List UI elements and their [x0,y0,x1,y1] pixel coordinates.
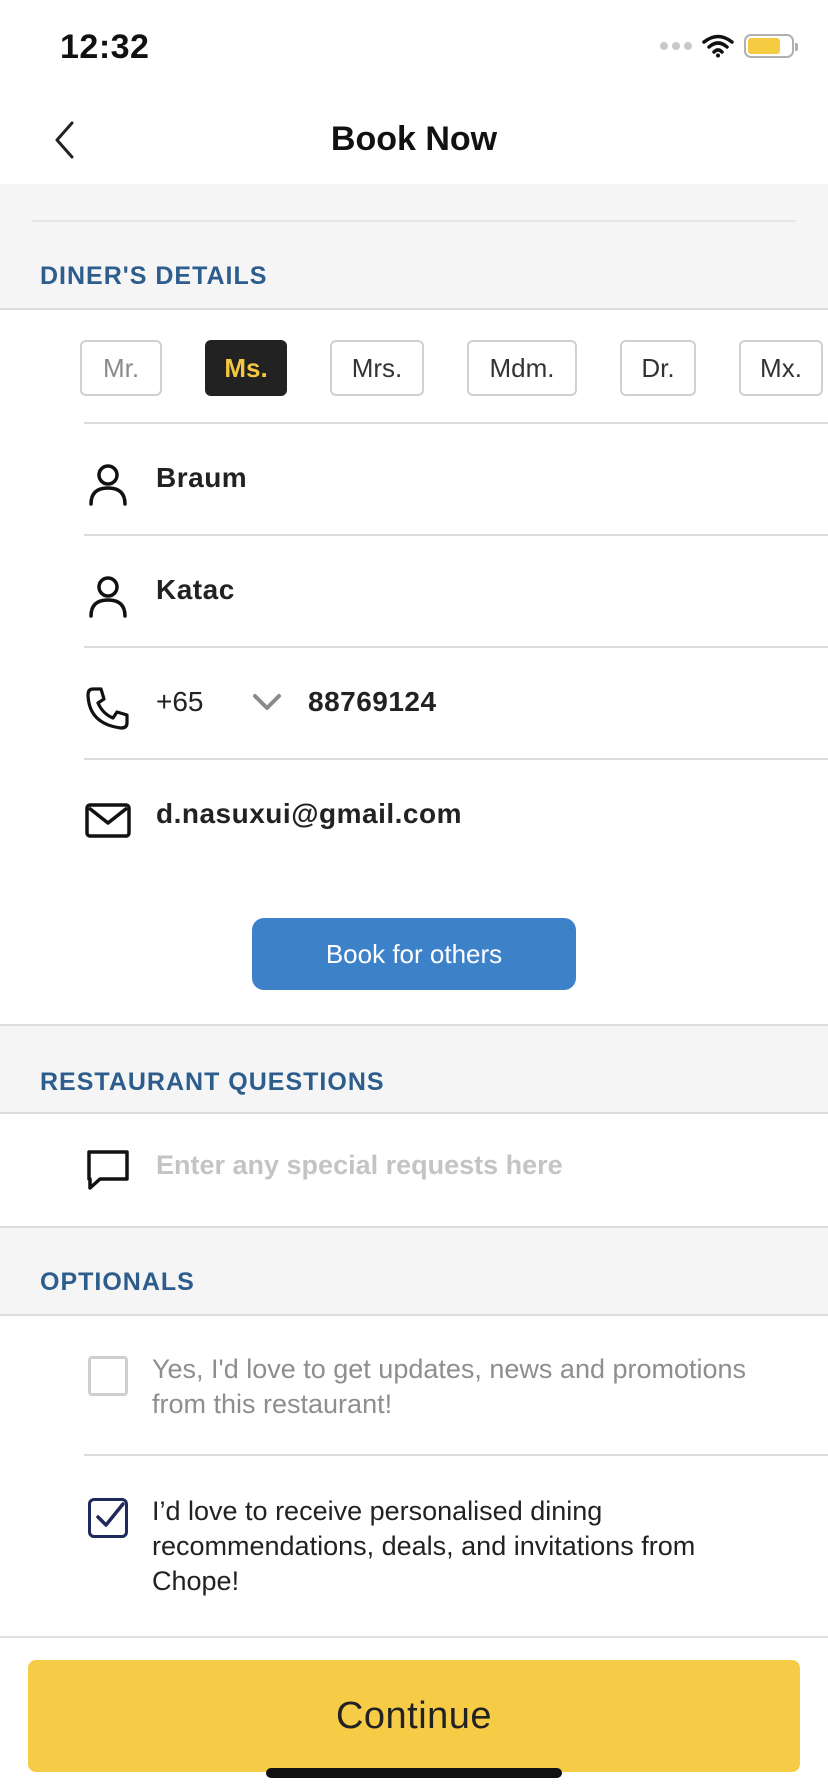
salutation-selector: Mr. Ms. Mrs. Mdm. Dr. Mx. [0,310,828,424]
continue-button[interactable]: Continue [28,1660,800,1772]
battery-icon [744,34,798,58]
person-icon [89,464,127,506]
first-name-value: Braum [156,462,248,493]
salutation-dr-button[interactable]: Dr. [620,340,696,396]
restaurant-questions-header: RESTAURANT QUESTIONS [0,1024,828,1114]
divider [32,220,796,222]
section-label-restaurant-questions: RESTAURANT QUESTIONS [40,1068,385,1096]
section-label-diners-details: DINER'S DETAILS [40,262,268,290]
signal-dots-icon [660,42,692,50]
mail-icon [85,803,131,838]
last-name-value: Katac [156,574,235,605]
phone-field: +65 88769124 [84,646,828,758]
restaurant-updates-text: Yes, I'd love to get updates, news and p… [152,1354,747,1419]
status-time: 12:32 [60,28,150,66]
chat-bubble-icon [87,1150,129,1190]
page-title: Book Now [330,120,498,158]
section-label-optionals: OPTIONALS [40,1268,195,1296]
special-requests-row [0,1114,828,1226]
chope-recommendations-text: I’d love to receive personalised dining … [152,1496,696,1596]
email-value: d.nasuxui@gmail.com [156,798,462,829]
salutation-ms-button[interactable]: Ms. [205,340,287,396]
book-for-others-button[interactable]: Book for others [252,918,576,990]
chope-recommendations-option: I’d love to receive personalised dining … [84,1458,828,1634]
country-code-select[interactable]: +65 [156,686,204,718]
salutation-mx-button[interactable]: Mx. [739,340,823,396]
special-requests-input[interactable] [156,1150,776,1181]
optionals-header: OPTIONALS [0,1226,828,1316]
email-field[interactable]: d.nasuxui@gmail.com [84,758,828,870]
nav-bar: Book Now [0,96,828,184]
wifi-icon [702,34,734,58]
salutation-mdm-button[interactable]: Mdm. [467,340,577,396]
last-name-field[interactable]: Katac [84,534,828,646]
first-name-field[interactable]: Braum [84,422,828,534]
checkmark-icon [96,1502,125,1527]
chope-recommendations-checkbox[interactable] [88,1498,128,1538]
salutation-mr-button[interactable]: Mr. [80,340,162,396]
diners-details-header: DINER'S DETAILS [0,184,828,310]
restaurant-updates-option: Yes, I'd love to get updates, news and p… [84,1316,828,1456]
phone-number-value[interactable]: 88769124 [308,686,437,718]
restaurant-updates-checkbox[interactable] [88,1356,128,1396]
chevron-down-icon[interactable] [250,684,284,720]
salutation-mrs-button[interactable]: Mrs. [330,340,424,396]
person-icon [89,576,127,618]
status-icons [660,34,798,58]
status-bar: 12:32 [0,0,828,96]
home-indicator[interactable] [266,1768,562,1778]
phone-icon [86,687,129,730]
